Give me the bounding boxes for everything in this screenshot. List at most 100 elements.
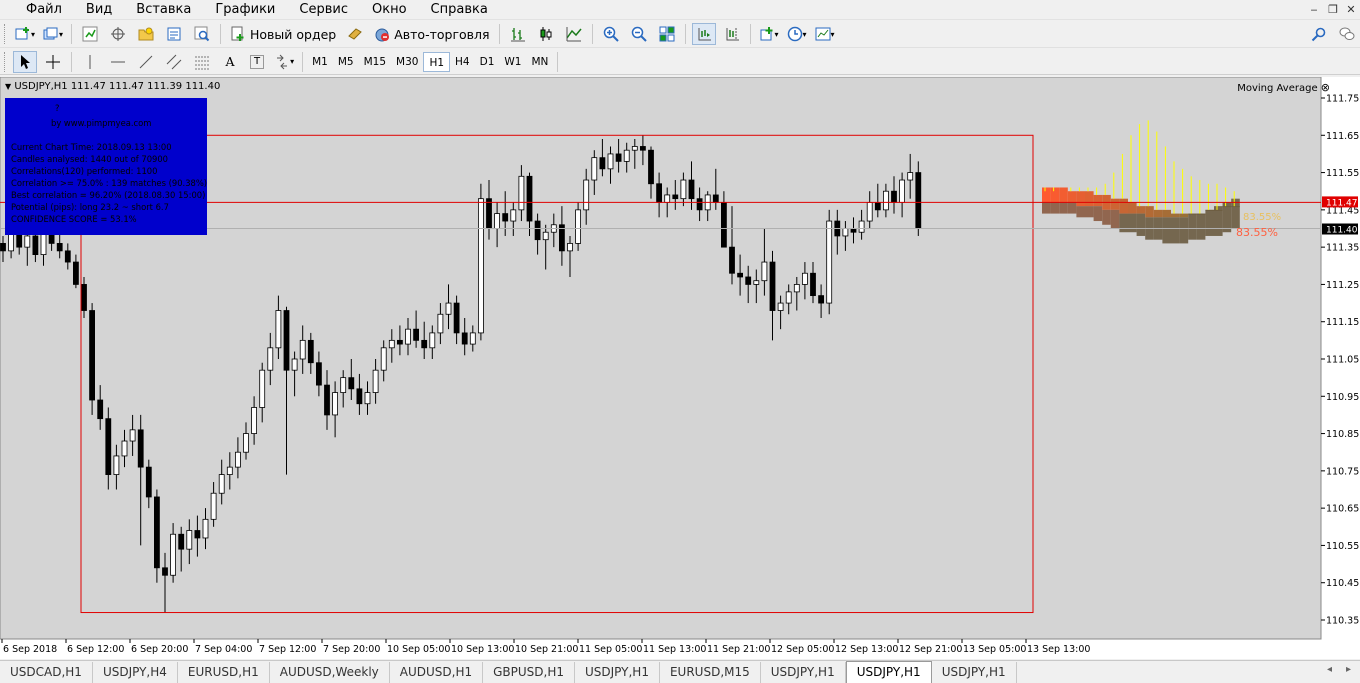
candle-body — [672, 194, 679, 200]
candlestick-button[interactable] — [534, 23, 558, 45]
chart-tab[interactable]: EURUSD,H1 — [178, 662, 270, 683]
timeframe-mn[interactable]: MN — [526, 52, 553, 72]
arrows-button[interactable]: ▾ — [272, 51, 296, 73]
candle-body — [907, 172, 914, 181]
chart-tab[interactable]: GBPUSD,H1 — [483, 662, 575, 683]
chart-tab[interactable]: EURUSD,M15 — [660, 662, 761, 683]
bar-chart-button[interactable] — [506, 23, 530, 45]
menu-file[interactable]: Файл — [0, 0, 74, 20]
text-label-button[interactable]: T — [250, 54, 265, 69]
candle-body — [105, 418, 112, 475]
menu-window[interactable]: Окно — [360, 0, 419, 20]
candle-body — [583, 179, 590, 211]
line-chart-button[interactable] — [562, 23, 586, 45]
chart-tab[interactable]: USDJPY,H1 — [761, 662, 846, 683]
new-order-button[interactable]: Новый ордер — [227, 23, 339, 45]
candle-body — [40, 231, 47, 256]
candle-body — [502, 213, 509, 222]
candle-body — [372, 369, 379, 393]
chart-tab[interactable]: USDCAD,H1 — [0, 662, 93, 683]
candle-body — [826, 220, 833, 304]
restore-icon[interactable]: ❐ — [1325, 2, 1341, 18]
candle-body — [737, 272, 743, 278]
chart-tab[interactable]: USDJPY,H1 — [932, 662, 1017, 683]
text-tool-button[interactable]: A — [218, 51, 242, 73]
tab-scroll-left-icon[interactable]: ◂ — [1327, 664, 1332, 675]
templates-icon — [815, 27, 831, 41]
candle-body — [874, 202, 881, 211]
timeframe-d1[interactable]: D1 — [475, 52, 500, 72]
autoscroll-button[interactable] — [691, 23, 716, 45]
data-window-button[interactable] — [106, 23, 130, 45]
timeframe-m1[interactable]: M1 — [307, 52, 333, 72]
timeframe-m5[interactable]: M5 — [333, 52, 359, 72]
candle-body — [24, 235, 31, 248]
menu-charts[interactable]: Графики — [203, 0, 287, 20]
time-tick-label: 12 Sep 05:00 — [771, 644, 834, 655]
menu-help[interactable]: Справка — [419, 0, 500, 20]
zoom-in-button[interactable] — [599, 23, 623, 45]
cursor-button[interactable] — [13, 50, 37, 73]
time-tick-label: 13 Sep 13:00 — [1027, 644, 1090, 655]
candle-body — [542, 231, 549, 241]
price-tick-label: 110.65 — [1326, 504, 1359, 515]
tile-windows-button[interactable] — [655, 23, 679, 45]
projection-lower-bar — [1067, 202, 1077, 214]
tester-button[interactable] — [190, 23, 214, 45]
projection-lower-bar — [1119, 213, 1128, 233]
chat-button[interactable] — [1335, 23, 1359, 45]
chart-tab[interactable]: AUDUSD,Weekly — [270, 662, 390, 683]
chart-shift-icon — [726, 28, 739, 41]
menu-view[interactable]: Вид — [74, 0, 124, 20]
time-tick-label: 13 Sep 05:00 — [963, 644, 1026, 655]
new-chart-button[interactable]: ▾ — [13, 23, 37, 45]
menu-insert[interactable]: Вставка — [124, 0, 203, 20]
menu-tools[interactable]: Сервис — [287, 0, 360, 20]
search-button[interactable] — [1307, 23, 1331, 45]
terminal-button[interactable] — [162, 23, 186, 45]
minimize-icon[interactable]: ‒ — [1306, 2, 1322, 18]
price-tick-label: 110.95 — [1326, 392, 1359, 403]
profiles-button[interactable]: ▾ — [41, 23, 65, 45]
navigator-button[interactable] — [134, 23, 158, 45]
horizontal-line-button[interactable] — [106, 51, 130, 73]
templates-button[interactable]: ▾ — [813, 23, 837, 45]
time-tick-label: 11 Sep 05:00 — [579, 644, 642, 655]
timeframe-w1[interactable]: W1 — [499, 52, 526, 72]
projection-lower-bar — [1042, 202, 1051, 214]
crosshair-button[interactable] — [41, 51, 65, 73]
candle-body — [218, 474, 225, 494]
chart-shift-button[interactable] — [720, 23, 744, 45]
zoom-out-button[interactable] — [627, 23, 651, 45]
vertical-line-button[interactable] — [78, 51, 102, 73]
toolbar-separator — [71, 51, 72, 72]
trendline-button[interactable] — [134, 51, 158, 73]
chart-window[interactable]: 111.75 111.65 111.55 111.45 111.35 111.25 111.… — [0, 77, 1360, 659]
chart-tab[interactable]: USDJPY,H1 — [575, 662, 660, 683]
market-watch-button[interactable] — [78, 23, 102, 45]
meta-editor-button[interactable] — [343, 23, 367, 45]
timeframe-h1[interactable]: H1 — [423, 51, 451, 72]
indicator-label[interactable]: Moving Average ⊗ — [1237, 81, 1330, 94]
auto-trading-button[interactable]: Авто-торговля — [371, 23, 492, 45]
close-icon[interactable]: ✕ — [1343, 2, 1359, 18]
channel-button[interactable] — [162, 51, 186, 73]
timeframe-m15[interactable]: M15 — [359, 52, 391, 72]
tab-scroll-right-icon[interactable]: ▸ — [1346, 664, 1351, 675]
chart-tab[interactable]: USDJPY,H4 — [93, 662, 178, 683]
zoom-in-icon — [603, 26, 619, 42]
chart-tab[interactable]: AUDUSD,H1 — [390, 662, 484, 683]
chart-tab[interactable]: USDJPY,H1 — [845, 661, 932, 683]
projection-lower-bar — [1102, 209, 1111, 225]
candle-body — [145, 466, 152, 498]
fibonacci-button[interactable] — [190, 51, 214, 73]
projection-lower-bar — [1171, 217, 1180, 244]
auto-trading-icon — [375, 28, 390, 42]
timeframe-h4[interactable]: H4 — [450, 52, 475, 72]
indicators-button[interactable]: ▾ — [757, 23, 781, 45]
periods-button[interactable]: ▾ — [785, 23, 809, 45]
timeframe-m30[interactable]: M30 — [391, 52, 423, 72]
candle-body — [688, 179, 695, 200]
info-chart-time: Current Chart Time: 2018.09.13 13:00 — [11, 142, 172, 152]
projection-lower-bar — [1205, 209, 1214, 236]
